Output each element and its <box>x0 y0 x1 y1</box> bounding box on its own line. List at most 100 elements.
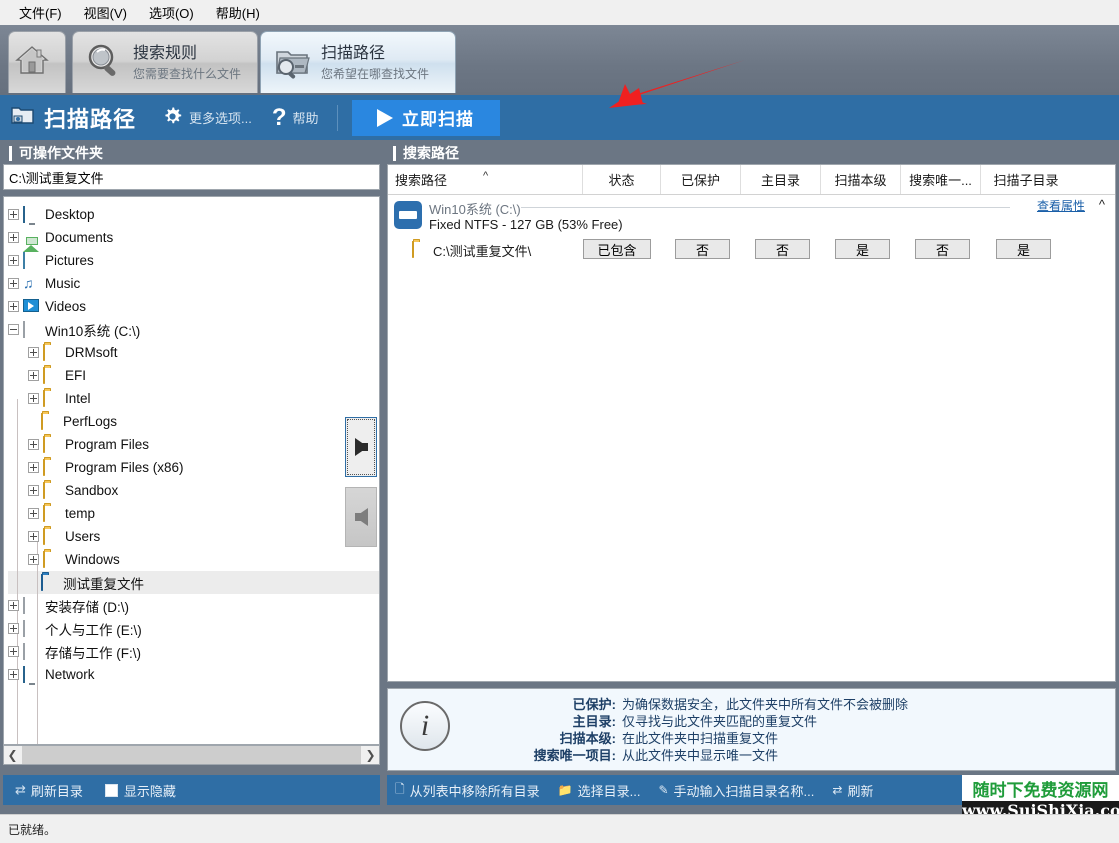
command-bar-title-text: 扫描路径 <box>44 102 136 134</box>
column-scan-subdirs-label: 扫描子目录 <box>993 170 1058 189</box>
tree-item-label: Desktop <box>45 207 95 222</box>
select-directory-button[interactable]: 📁 选择目录... <box>558 781 641 800</box>
column-master-folder[interactable]: 主目录 <box>741 165 821 194</box>
refresh-button[interactable]: ⇄ 刷新 <box>832 781 873 800</box>
scroll-right-arrow[interactable]: ❯ <box>362 746 379 764</box>
row-scan-subdirs-button[interactable]: 是 <box>996 239 1051 259</box>
tree-item-e[interactable]: 个人与工作 (E:\) <box>8 617 379 640</box>
tree-expander-plus-icon[interactable] <box>8 278 19 289</box>
drive-group-name: Win10系统 (C:\) <box>429 199 521 218</box>
tree-expander-plus-icon[interactable] <box>8 232 19 243</box>
remove-from-list-button[interactable] <box>345 487 377 547</box>
tree-item-sandbox[interactable]: Sandbox <box>8 479 379 502</box>
info-row: 搜索唯一项目:从此文件夹中显示唯一文件 <box>466 747 1109 764</box>
tree-connector-line <box>17 399 18 745</box>
folder-icon <box>43 345 60 360</box>
scroll-left-arrow[interactable]: ❮ <box>4 746 21 764</box>
watermark-line-1: 随时下免费资源网 <box>973 781 1109 801</box>
tree-item-drmsoft[interactable]: DRMsoft <box>8 341 379 364</box>
tree-item-win10-c[interactable]: Win10系统 (C:\) <box>8 318 379 341</box>
folder-icon <box>43 552 60 567</box>
tree-expander-plus-icon[interactable] <box>28 508 39 519</box>
column-scan-level[interactable]: 扫描本级 <box>821 165 901 194</box>
tree-expander-plus-icon[interactable] <box>28 370 39 381</box>
operable-folder-path-input[interactable]: C:\测试重复文件 <box>3 164 380 190</box>
tree-item-music[interactable]: ♫Music <box>8 272 379 295</box>
add-to-list-button[interactable] <box>345 417 377 477</box>
tree-item-d[interactable]: 安装存储 (D:\) <box>8 594 379 617</box>
tree-expander-plus-icon[interactable] <box>28 393 39 404</box>
menu-help[interactable]: 帮助(H) <box>205 1 271 24</box>
tree-item-efi[interactable]: EFI <box>8 364 379 387</box>
tree-item-desktop[interactable]: Desktop <box>8 203 379 226</box>
tree-item-label: Music <box>45 276 80 291</box>
show-hidden-checkbox[interactable]: 显示隐藏 <box>105 781 176 800</box>
row-search-unique-button[interactable]: 否 <box>915 239 970 259</box>
menu-options[interactable]: 选项(O) <box>138 1 205 24</box>
monitor-icon <box>23 207 40 222</box>
column-search-unique[interactable]: 搜索唯一... <box>901 165 981 194</box>
view-properties-link[interactable]: 查看属性 <box>1037 197 1085 214</box>
folder-tree-panel[interactable]: Desktop DocumentsPictures♫MusicVideosWin1… <box>3 196 380 745</box>
tree-expander-plus-icon[interactable] <box>8 600 19 611</box>
tree-item-label: temp <box>65 506 95 521</box>
remove-all-directories-button[interactable]: 🗋 从列表中移除所有目录 <box>395 780 540 801</box>
tree-expander-plus-icon[interactable] <box>8 646 19 657</box>
tree-item-videos[interactable]: Videos <box>8 295 379 318</box>
column-status[interactable]: 状态 <box>583 165 661 194</box>
help-button[interactable]: ? 帮助 <box>272 106 319 130</box>
tab-scan-paths[interactable]: 扫描路径 您希望在哪查找文件 <box>260 31 456 93</box>
row-master-button[interactable]: 否 <box>755 239 810 259</box>
tree-item-intel[interactable]: Intel <box>8 387 379 410</box>
table-row[interactable]: C:\测试重复文件\ 已包含 否 否 是 否 是 <box>388 237 1115 263</box>
tree-expander-plus-icon[interactable] <box>8 623 19 634</box>
tree-item-pictures[interactable]: Pictures <box>8 249 379 272</box>
tree-expander-minus-icon[interactable] <box>8 324 19 335</box>
scan-now-button[interactable]: 立即扫描 <box>352 100 500 136</box>
column-protected[interactable]: 已保护 <box>661 165 741 194</box>
sort-ascending-icon: ^ <box>483 170 488 182</box>
tree-item-program-files-x86[interactable]: Program Files (x86) <box>8 456 379 479</box>
chevron-up-icon[interactable]: ^ <box>1099 197 1105 212</box>
tree-item-users[interactable]: Users <box>8 525 379 548</box>
tree-expander-plus-icon[interactable] <box>8 209 19 220</box>
row-status-button[interactable]: 已包含 <box>583 239 651 259</box>
tree-item-network[interactable]: Network <box>8 663 379 686</box>
tab-home[interactable] <box>8 31 66 93</box>
tree-item-f[interactable]: 存储与工作 (F:\) <box>8 640 379 663</box>
tree-item-[interactable]: 测试重复文件 <box>8 571 379 594</box>
drive-icon <box>23 644 40 659</box>
tree-expander-plus-icon[interactable] <box>8 255 19 266</box>
tree-item-documents[interactable]: Documents <box>8 226 379 249</box>
tree-expander-plus-icon[interactable] <box>8 301 19 312</box>
more-options-button[interactable]: 更多选项... <box>162 106 252 130</box>
tree-expander-plus-icon[interactable] <box>28 554 39 565</box>
menu-file[interactable]: 文件(F) <box>8 1 73 24</box>
search-paths-list[interactable]: 搜索路径 ^ 状态 已保护 主目录 扫描本级 搜索唯一... 扫描子目录 <box>387 164 1116 682</box>
tree-expander-plus-icon[interactable] <box>28 485 39 496</box>
tree-expander-plus-icon[interactable] <box>28 462 39 473</box>
tab-scan-paths-subtitle: 您希望在哪查找文件 <box>321 67 429 82</box>
tree-item-windows[interactable]: Windows <box>8 548 379 571</box>
drive-group-row[interactable]: Win10系统 (C:\) Fixed NTFS - 127 GB (53% F… <box>388 195 1115 237</box>
column-search-path[interactable]: 搜索路径 ^ <box>388 165 583 194</box>
tree-item-program-files[interactable]: Program Files <box>8 433 379 456</box>
row-protected-button[interactable]: 否 <box>675 239 730 259</box>
tab-search-rules-subtitle: 您需要查找什么文件 <box>133 67 241 82</box>
row-scan-level-button[interactable]: 是 <box>835 239 890 259</box>
tree-expander-plus-icon[interactable] <box>28 531 39 542</box>
tree-item-perflogs[interactable]: PerfLogs <box>8 410 379 433</box>
column-scan-subdirs[interactable]: 扫描子目录 <box>981 165 1071 194</box>
tree-expander-plus-icon[interactable] <box>28 347 39 358</box>
manual-input-button[interactable]: ✎ 手动输入扫描目录名称... <box>658 781 814 800</box>
tab-search-rules[interactable]: 搜索规则 您需要查找什么文件 <box>72 31 258 93</box>
tree-expander-plus-icon[interactable] <box>8 669 19 680</box>
tree-item-temp[interactable]: temp <box>8 502 379 525</box>
column-scan-level-label: 扫描本级 <box>834 170 886 189</box>
menu-view[interactable]: 视图(V) <box>73 1 138 24</box>
left-panel-header-label: 可操作文件夹 <box>19 143 103 163</box>
tree-expander-plus-icon[interactable] <box>28 439 39 450</box>
tree-horizontal-scrollbar[interactable]: ❮ ❯ <box>3 745 380 765</box>
scroll-thumb[interactable] <box>22 746 361 764</box>
refresh-directories-button[interactable]: ⇄ 刷新目录 <box>15 781 83 800</box>
